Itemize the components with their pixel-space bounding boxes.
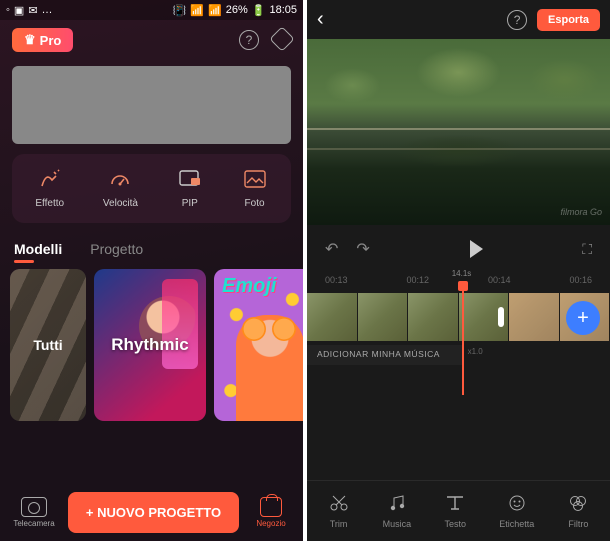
template-all[interactable]: Tutti [10, 269, 86, 421]
notif-more: … [42, 4, 53, 16]
clip-thumb[interactable] [408, 293, 459, 341]
clip-thumb[interactable] [459, 293, 510, 341]
tool-sticker[interactable]: Etichetta [499, 493, 534, 529]
shop-label: Negozio [256, 519, 285, 528]
edit-toolbar: Trim Musica Testo Etichetta Filtro [307, 480, 610, 541]
tool-speed[interactable]: Velocità [103, 168, 138, 209]
tool-trim[interactable]: Trim [328, 493, 350, 529]
time-mark: 00:14 [488, 275, 511, 285]
export-button[interactable]: Esporta [537, 9, 600, 31]
playhead-time: 14.1s [452, 269, 472, 278]
clip-track[interactable] [307, 293, 610, 341]
ad-placeholder[interactable] [12, 66, 291, 144]
pro-badge[interactable]: ♛ Pro [12, 28, 73, 52]
status-bar: ◦ ▣ ✉ … 📳 📶 📶 26% 🔋 18:05 [0, 0, 303, 20]
watermark: filmora Go [560, 207, 602, 217]
camera-label: Telecamera [13, 519, 54, 528]
signal-icon: 📶 [208, 4, 222, 17]
tool-label: Etichetta [499, 519, 534, 529]
tab-project[interactable]: Progetto [90, 241, 143, 257]
effect-icon [37, 168, 63, 190]
home-screen: ◦ ▣ ✉ … 📳 📶 📶 26% 🔋 18:05 ♛ Pro ? Effett… [0, 0, 303, 541]
tool-text[interactable]: Testo [444, 493, 466, 529]
undo-button[interactable]: ↶ [325, 239, 338, 259]
template-label: Rhythmic [111, 335, 188, 355]
camera-icon [21, 497, 47, 517]
tool-pip[interactable]: PIP [177, 168, 203, 209]
settings-icon[interactable] [269, 26, 294, 51]
tool-label: Musica [383, 519, 412, 529]
speed-indicator: x1.0 [468, 347, 483, 356]
time-mark: 00:12 [406, 275, 429, 285]
playhead[interactable] [462, 281, 464, 395]
tool-label: PIP [182, 198, 198, 209]
speed-icon [107, 168, 133, 190]
pro-label: Pro [40, 33, 62, 48]
tool-filter[interactable]: Filtro [567, 493, 589, 529]
text-icon [444, 493, 466, 513]
wifi-icon: 📶 [190, 4, 204, 17]
template-tabs: Modelli Progetto [0, 233, 303, 265]
clip-thumb[interactable] [509, 293, 560, 341]
vibrate-icon: 📳 [173, 4, 187, 17]
fullscreen-button[interactable]: ⛶ [582, 241, 592, 258]
back-button[interactable]: ‹ [317, 8, 324, 31]
notif-icon: ▣ [14, 4, 24, 17]
template-label: Tutti [33, 337, 62, 353]
help-icon[interactable]: ? [507, 10, 527, 30]
battery-icon: 🔋 [252, 4, 266, 17]
tool-label: Velocità [103, 198, 138, 209]
tool-effect[interactable]: Effetto [35, 168, 64, 209]
time-mark: 00:16 [569, 275, 592, 285]
music-icon [386, 493, 408, 513]
playback-controls: ↶ ↷ ⛶ [307, 225, 610, 273]
add-clip-button[interactable]: + [566, 301, 600, 335]
new-project-button[interactable]: + NUOVO PROGETTO [68, 492, 239, 533]
clip-thumb[interactable] [358, 293, 409, 341]
editor-screen: ‹ ? Esporta filmora Go ↶ ↷ ⛶ 00:13 00:12… [307, 0, 610, 541]
quick-tools: Effetto Velocità PIP Foto [12, 154, 291, 223]
crown-icon: ♛ [24, 32, 36, 48]
template-label: Emoji [222, 275, 303, 298]
video-preview[interactable]: filmora Go [307, 39, 610, 225]
tool-label: Trim [330, 519, 348, 529]
template-rhythmic[interactable]: Rhythmic [94, 269, 206, 421]
shop-icon [260, 497, 282, 517]
timeline[interactable]: 14.1s + ADICIONAR MINHA MÚSICA x1.0 [307, 293, 610, 377]
clip-thumb[interactable] [307, 293, 358, 341]
template-list[interactable]: Tutti Rhythmic Emoji [0, 265, 303, 425]
music-track[interactable]: ADICIONAR MINHA MÚSICA [307, 345, 462, 365]
tool-music[interactable]: Musica [383, 493, 412, 529]
help-icon[interactable]: ? [239, 30, 259, 50]
template-emoji[interactable]: Emoji [214, 269, 303, 421]
bottom-bar: Telecamera + NUOVO PROGETTO Negozio [0, 484, 303, 541]
shop-button[interactable]: Negozio [247, 497, 295, 528]
pip-icon [177, 168, 203, 190]
camera-button[interactable]: Telecamera [8, 497, 60, 528]
notif-icon: ◦ [6, 4, 10, 16]
template-thumb [242, 317, 302, 343]
battery-pct: 26% [226, 4, 248, 16]
tool-label: Foto [245, 198, 265, 209]
sticker-icon [506, 493, 528, 513]
trim-icon [328, 493, 350, 513]
filter-icon [567, 493, 589, 513]
tool-label: Filtro [568, 519, 588, 529]
redo-button[interactable]: ↷ [356, 239, 369, 259]
notif-icon: ✉ [28, 4, 37, 17]
time-mark: 00:13 [325, 275, 348, 285]
photo-icon [242, 168, 268, 190]
tool-label: Effetto [35, 198, 64, 209]
clock: 18:05 [269, 4, 297, 16]
play-button[interactable] [470, 240, 483, 258]
tab-models[interactable]: Modelli [14, 241, 62, 257]
tool-photo[interactable]: Foto [242, 168, 268, 209]
tool-label: Testo [444, 519, 466, 529]
